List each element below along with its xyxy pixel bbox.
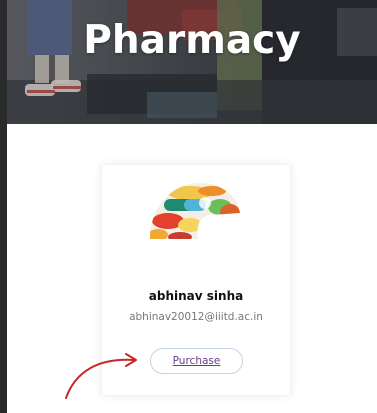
user-name: abhinav sinha — [148, 289, 244, 303]
page-title: Pharmacy — [83, 18, 301, 63]
user-email: abhinav20012@iiitd.ac.in — [129, 311, 263, 323]
window-left-edge — [0, 0, 7, 413]
purchase-button[interactable]: Purchase — [150, 348, 243, 374]
hero-banner: Pharmacy — [7, 0, 377, 124]
annotation-arrow-icon — [65, 353, 137, 399]
pills-icon — [150, 183, 240, 239]
